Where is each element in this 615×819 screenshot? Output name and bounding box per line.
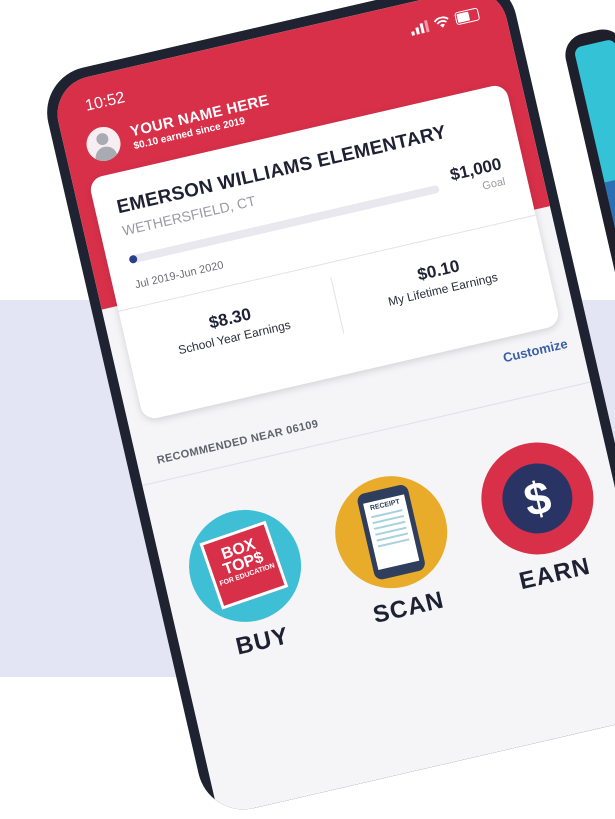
lifetime-earnings: $0.10 My Lifetime Earnings [332,237,549,320]
phone-frame: 10:52 YOUR NAME HERE $0.10 earned since … [38,0,615,819]
earn-label[interactable]: EARN [491,547,615,602]
earn-circle[interactable]: $ [470,431,605,566]
wifi-icon [433,15,449,28]
school-year-earnings: $8.30 School Year Earnings [124,285,341,368]
buy-circle[interactable]: BOX TOP$ FOR EDUCATION [177,498,313,634]
goal-progress-fill [128,254,139,265]
dollar-icon: $ [495,456,580,541]
receipt-icon: RECEIPT [355,483,427,581]
earn-button[interactable]: $ EARN [464,430,615,602]
recommended-heading: RECOMMENDED NEAR 06109 [155,417,320,467]
background-phone-screen [573,38,615,317]
avatar-icon[interactable] [83,123,124,165]
receipt-paper: RECEIPT [363,494,420,571]
phone-mockup: 10:52 YOUR NAME HERE $0.10 earned since … [38,0,615,819]
scan-label[interactable]: SCAN [345,581,472,636]
customize-link[interactable]: Customize [501,336,568,365]
scan-button[interactable]: RECEIPT SCAN [318,464,472,636]
status-time: 10:52 [83,89,127,115]
battery-icon [453,7,481,26]
buy-button[interactable]: BOX TOP$ FOR EDUCATION BUY [172,497,326,669]
app-screen: 10:52 YOUR NAME HERE $0.10 earned since … [49,0,615,817]
background-phone-lower [604,173,615,317]
goal-label: Goal [481,175,507,193]
box-tops-logo: BOX TOP$ FOR EDUCATION [199,520,289,610]
status-icons [409,7,481,36]
buy-label[interactable]: BUY [199,614,326,669]
scan-circle[interactable]: RECEIPT [324,465,459,600]
school-year-range: Jul 2019-Jun 2020 [133,259,225,292]
signal-icon [409,19,430,36]
